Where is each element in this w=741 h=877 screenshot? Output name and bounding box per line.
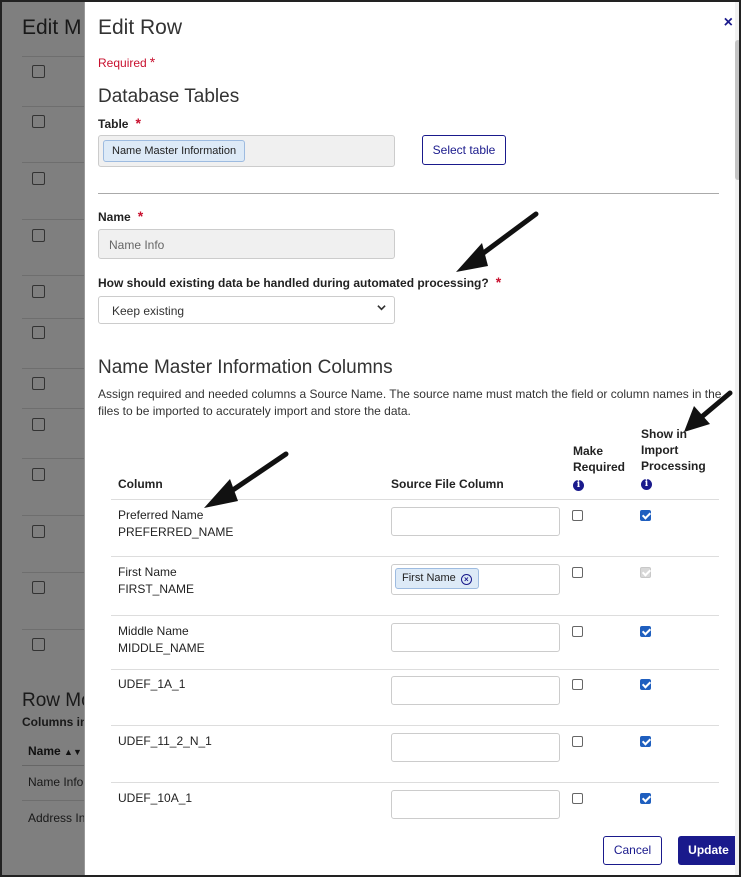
table-row-divider	[111, 782, 719, 783]
column-code: MIDDLE_NAME	[118, 641, 205, 655]
info-icon[interactable]: i	[641, 479, 652, 490]
column-code: FIRST_NAME	[118, 582, 195, 596]
make-required-checkbox[interactable]	[572, 626, 583, 637]
remove-chip-icon[interactable]: ×	[460, 574, 472, 585]
make-required-header: Make Required i	[573, 443, 625, 491]
table-field-label: Table *	[98, 115, 141, 131]
required-note-text: Required	[98, 56, 147, 70]
section-divider	[98, 193, 719, 194]
make-required-checkbox[interactable]	[572, 793, 583, 804]
column-display-name: UDEF_1A_1	[118, 677, 186, 691]
annotation-arrow-icon	[684, 390, 733, 432]
handling-select-value: Keep existing	[112, 304, 185, 318]
cancel-button[interactable]: Cancel	[603, 836, 662, 865]
show-in-import-checkbox[interactable]	[640, 793, 651, 804]
make-required-checkbox[interactable]	[572, 567, 583, 578]
name-label-text: Name	[98, 210, 131, 224]
make-required-checkbox[interactable]	[572, 510, 583, 521]
columns-description: Assign required and needed columns a Sou…	[98, 387, 722, 418]
source-file-column-input[interactable]: First Name ×	[391, 564, 560, 595]
name-input[interactable]: Name Info	[98, 229, 395, 259]
show-in-import-checkbox[interactable]	[640, 736, 651, 747]
column-code: PREFERRED_NAME	[118, 525, 234, 539]
scrollbar-thumb[interactable]	[735, 40, 741, 180]
make-required-checkbox[interactable]	[572, 679, 583, 690]
column-display-name: First Name	[118, 565, 177, 579]
edit-row-modal: Edit Row × Required * Database Tables Tab…	[84, 0, 741, 877]
modal-title: Edit Row	[98, 16, 183, 39]
chevron-down-icon	[377, 305, 386, 311]
table-row-divider	[111, 669, 719, 670]
show-header-line: Import	[641, 443, 679, 457]
table-row-divider	[111, 556, 719, 557]
required-note: Required *	[98, 54, 155, 70]
table-row-column: First Name FIRST_NAME	[118, 564, 194, 598]
table-row-column: UDEF_10A_1	[118, 790, 192, 807]
source-file-column-input[interactable]	[391, 676, 560, 705]
show-in-import-checkbox[interactable]	[640, 679, 651, 690]
handling-label-text: How should existing data be handled duri…	[98, 276, 489, 290]
table-row-column: UDEF_1A_1	[118, 676, 185, 693]
column-header: Column	[118, 477, 163, 491]
source-chip-label: First Name	[402, 572, 456, 584]
annotation-arrow-icon	[456, 211, 539, 272]
name-field-label: Name *	[98, 208, 143, 224]
make-required-header-line: Make	[573, 444, 604, 458]
source-file-column-input[interactable]	[391, 507, 560, 536]
source-file-column-input[interactable]	[391, 623, 560, 652]
table-row-divider	[111, 615, 719, 616]
show-in-import-checkbox[interactable]	[640, 510, 651, 521]
source-file-column-header: Source File Column	[391, 477, 504, 491]
table-chip: Name Master Information	[103, 140, 246, 162]
select-table-button[interactable]: Select table	[422, 135, 506, 165]
modal-scrollbar[interactable]	[735, 0, 741, 877]
table-row-column: Middle Name MIDDLE_NAME	[118, 623, 205, 657]
close-icon[interactable]: ×	[724, 14, 733, 32]
update-button[interactable]: Update	[678, 836, 739, 865]
source-file-column-input[interactable]	[391, 790, 560, 819]
source-chip: First Name ×	[395, 568, 479, 589]
required-star: *	[149, 54, 156, 70]
table-row-divider	[111, 725, 719, 726]
database-tables-title: Database Tables	[98, 86, 240, 107]
annotation-arrow-icon	[204, 451, 289, 508]
show-in-import-checkbox[interactable]	[640, 626, 651, 637]
show-header-line: Processing	[641, 459, 706, 473]
table-field[interactable]: Name Master Information	[98, 135, 395, 167]
columns-section-title: Name Master Information Columns	[98, 357, 393, 378]
source-file-column-input[interactable]	[391, 733, 560, 762]
column-display-name: UDEF_11_2_N_1	[118, 734, 212, 748]
handling-field-label: How should existing data be handled duri…	[98, 274, 501, 290]
show-in-import-checkbox	[640, 567, 651, 578]
required-star: *	[137, 208, 144, 224]
table-row-column: UDEF_11_2_N_1	[118, 733, 212, 750]
table-label-text: Table	[98, 117, 129, 131]
column-display-name: Middle Name	[118, 624, 189, 638]
make-required-checkbox[interactable]	[572, 736, 583, 747]
make-required-header-line: Required	[573, 460, 626, 474]
handling-select[interactable]: Keep existing	[98, 296, 395, 324]
required-star: *	[135, 115, 141, 131]
info-icon[interactable]: i	[573, 480, 584, 491]
column-display-name: UDEF_10A_1	[118, 791, 193, 805]
